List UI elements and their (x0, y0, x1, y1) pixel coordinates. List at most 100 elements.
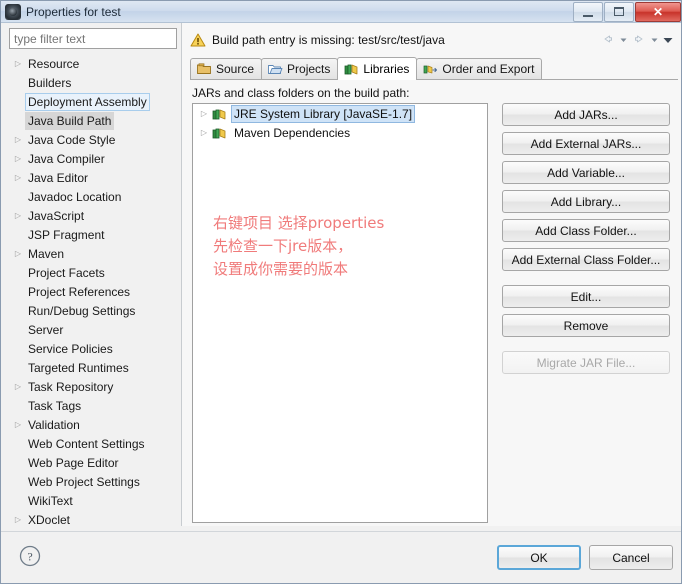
tab-label: Source (216, 62, 255, 76)
tab-projects[interactable]: Projects (261, 58, 339, 79)
sidebar-item-label: Web Content Settings (28, 436, 145, 451)
sidebar-item-project-references[interactable]: Project References (9, 282, 177, 301)
sidebar-item-label: Task Repository (28, 379, 114, 394)
sidebar-item-javadoc-location[interactable]: Javadoc Location (9, 187, 177, 206)
library-icon (343, 61, 359, 77)
expand-triangle-icon[interactable]: ▷ (11, 382, 25, 391)
close-button[interactable]: ✕ (635, 1, 681, 22)
sidebar-item-web-content-settings[interactable]: Web Content Settings (9, 434, 177, 453)
expand-triangle-icon[interactable]: ▷ (11, 420, 25, 429)
build-path-actions: Add JARs... Add External JARs... Add Varia… (502, 103, 670, 380)
sidebar-item-wikitext[interactable]: WikiText (9, 491, 177, 510)
sidebar-item-web-page-editor[interactable]: Web Page Editor (9, 453, 177, 472)
sidebar-item-label: Resource (28, 56, 80, 71)
sidebar-item-validation[interactable]: ▷ Validation (9, 415, 177, 434)
sidebar-item-task-tags[interactable]: Task Tags (9, 396, 177, 415)
tab-order-and-export[interactable]: Order and Export (416, 58, 543, 79)
sidebar-item-java-code-style[interactable]: ▷ Java Code Style (9, 130, 177, 149)
expand-triangle-icon[interactable]: ▷ (11, 135, 25, 144)
add-jars-button[interactable]: Add JARs... (502, 103, 670, 126)
annotation-line: 右键项目 选择properties (213, 214, 385, 232)
add-external-jars-button[interactable]: Add External JARs... (502, 132, 670, 155)
sidebar-item-deployment-assembly[interactable]: Deployment Assembly (9, 92, 177, 111)
expand-triangle-icon[interactable]: ▷ (11, 211, 25, 220)
ok-button[interactable]: OK (497, 545, 581, 570)
sidebar-item-run-debug-settings[interactable]: Run/Debug Settings (9, 301, 177, 320)
edit-button[interactable]: Edit... (502, 285, 670, 308)
message-text: Build path entry is missing: test/src/te… (212, 33, 445, 47)
maximize-button[interactable] (604, 1, 634, 22)
forward-menu-chevron-down-icon[interactable] (649, 32, 660, 48)
tab-source[interactable]: Source (190, 58, 263, 79)
remove-button[interactable]: Remove (502, 314, 670, 337)
expand-triangle-icon[interactable]: ▷ (11, 154, 25, 163)
sidebar-item-javascript[interactable]: ▷ JavaScript (9, 206, 177, 225)
build-path-entry[interactable]: ▷ JRE System Library [JavaSE-1.7] (193, 104, 487, 123)
sidebar-item-maven[interactable]: ▷ Maven (9, 244, 177, 263)
sidebar-item-resource[interactable]: ▷ Resource (9, 54, 177, 73)
sidebar-item-label: Run/Debug Settings (28, 303, 136, 318)
minimize-button[interactable] (573, 1, 603, 22)
sidebar-item-label: Project Facets (28, 265, 105, 280)
content-pane: Build path entry is missing: test/src/te… (181, 23, 681, 526)
expand-triangle-icon[interactable]: ▷ (11, 59, 25, 68)
sidebar-item-server[interactable]: Server (9, 320, 177, 339)
sidebar-item-xdoclet[interactable]: ▷ XDoclet (9, 510, 177, 525)
build-path-entry-label: Maven Dependencies (234, 125, 351, 140)
tab-libraries[interactable]: Libraries (337, 57, 418, 80)
forward-arrow-icon[interactable] (631, 32, 647, 48)
warning-icon (190, 32, 206, 48)
build-path-entry-label: JRE System Library [JavaSE-1.7] (231, 104, 416, 123)
sidebar-item-service-policies[interactable]: Service Policies (9, 339, 177, 358)
sidebar-item-java-editor[interactable]: ▷ Java Editor (9, 168, 177, 187)
annotation-line: 先检查一下jre版本， (213, 237, 353, 255)
list-label: JARs and class folders on the build path… (192, 86, 410, 100)
order-export-icon (422, 61, 438, 77)
sidebar-item-targeted-runtimes[interactable]: Targeted Runtimes (9, 358, 177, 377)
settings-tree-pane: ▷Resource Builders Deployment Assembly J… (9, 28, 177, 526)
back-arrow-icon[interactable] (600, 32, 616, 48)
close-icon: ✕ (652, 4, 664, 19)
sidebar-item-java-compiler[interactable]: ▷ Java Compiler (9, 149, 177, 168)
sidebar-item-web-project-settings[interactable]: Web Project Settings (9, 472, 177, 491)
expand-triangle-icon[interactable]: ▷ (11, 515, 25, 524)
add-library-button[interactable]: Add Library... (502, 190, 670, 213)
sidebar-item-label: Task Tags (28, 398, 82, 413)
sidebar-item-builders[interactable]: Builders (9, 73, 177, 92)
build-path-entry[interactable]: ▷ Maven Dependencies (193, 123, 487, 142)
tab-label: Order and Export (442, 62, 535, 76)
add-external-class-folder-button[interactable]: Add External Class Folder... (502, 248, 670, 271)
cancel-button[interactable]: Cancel (589, 545, 673, 570)
sidebar-item-java-build-path[interactable]: Java Build Path (9, 111, 177, 130)
add-variable-button[interactable]: Add Variable... (502, 161, 670, 184)
filter-input[interactable] (9, 28, 177, 49)
expand-triangle-icon[interactable]: ▷ (197, 109, 211, 118)
expand-triangle-icon[interactable]: ▷ (11, 249, 25, 258)
tab-strip[interactable]: Source Projects Libraries Order and Export (190, 56, 678, 80)
sidebar-item-jsp-fragment[interactable]: JSP Fragment (9, 225, 177, 244)
minimize-icon (583, 14, 593, 17)
settings-tree[interactable]: ▷ Resource Builders Deployment Assembly J… (9, 54, 177, 524)
sidebar-item-task-repository[interactable]: ▷ Task Repository (9, 377, 177, 396)
sidebar-item-project-facets[interactable]: Project Facets (9, 263, 177, 282)
sidebar-item-label: Project References (28, 284, 131, 299)
eclipse-app-icon (5, 3, 21, 20)
sidebar-item-label: Targeted Runtimes (28, 360, 129, 375)
sidebar-item-label: JSP Fragment (28, 227, 105, 242)
menu-chevron-down-icon[interactable] (662, 32, 673, 48)
sidebar-item-label: Javadoc Location (28, 189, 122, 204)
build-path-list[interactable]: ▷ JRE System Library [JavaSE-1.7] ▷ Maven D… (192, 103, 488, 523)
expand-triangle-icon[interactable]: ▷ (11, 173, 25, 182)
expand-triangle-icon[interactable]: ▷ (197, 128, 211, 137)
dialog-footer: ? OK Cancel (1, 531, 681, 583)
back-menu-chevron-down-icon[interactable] (618, 32, 629, 48)
add-class-folder-button[interactable]: Add Class Folder... (502, 219, 670, 242)
help-icon[interactable]: ? (19, 545, 41, 567)
